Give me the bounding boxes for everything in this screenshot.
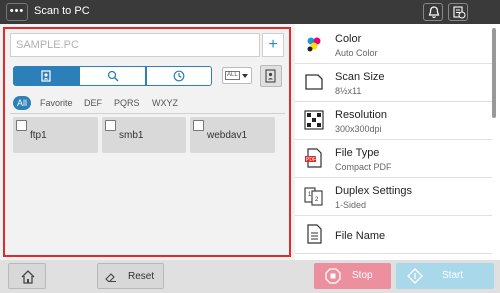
function-value: 300x300dpi <box>335 124 382 134</box>
destination-label: ftp1 <box>30 130 47 141</box>
home-icon <box>21 270 35 284</box>
address-card-icon <box>265 69 276 83</box>
function-file-name[interactable]: File Name <box>295 216 492 254</box>
function-name: File Type <box>335 147 380 159</box>
function-list-panel: Color Auto Color Scan Size 8½x11 Resolut… <box>295 24 500 260</box>
notification-bell-button[interactable] <box>423 3 443 21</box>
tab-address-book[interactable] <box>13 66 79 86</box>
checkbox[interactable] <box>16 120 27 131</box>
scan-size-icon <box>305 74 323 90</box>
job-list-icon <box>453 6 466 19</box>
function-resolution[interactable]: Resolution 300x300dpi <box>295 102 492 140</box>
filter-pqrs[interactable]: PQRS <box>114 96 140 110</box>
add-destination-button[interactable]: + <box>262 33 284 57</box>
eraser-icon <box>105 273 116 282</box>
destination-label: webdav1 <box>207 130 248 141</box>
function-scan-size[interactable]: Scan Size 8½x11 <box>295 64 492 102</box>
duplex-icon: 1 2 <box>304 187 323 206</box>
start-icon <box>407 268 423 284</box>
destination-item[interactable]: smb1 <box>102 117 186 153</box>
dropdown-value: ALL <box>225 71 240 80</box>
document-icon <box>307 224 322 244</box>
reset-button[interactable]: Reset <box>97 263 164 289</box>
stop-button[interactable]: Stop <box>314 263 391 289</box>
stop-icon <box>325 268 341 284</box>
checkbox[interactable] <box>105 120 116 131</box>
function-name: Scan Size <box>335 71 385 83</box>
function-value: Compact PDF <box>335 162 392 172</box>
tab-search[interactable] <box>79 66 146 86</box>
function-name: Color <box>335 33 362 45</box>
resolution-icon <box>304 110 324 130</box>
function-color[interactable]: Color Auto Color <box>295 26 492 64</box>
menu-button[interactable]: ••• <box>6 3 28 21</box>
stop-label: Stop <box>352 270 373 281</box>
function-name: Resolution <box>335 109 387 121</box>
title-bar: ••• Scan to PC <box>0 0 500 24</box>
tab-history[interactable] <box>146 66 212 86</box>
function-name: File Name <box>335 230 386 242</box>
job-status-button[interactable] <box>448 3 468 21</box>
function-duplex-settings[interactable]: 1 2 Duplex Settings 1-Sided <box>295 178 492 216</box>
start-button[interactable]: Start <box>396 263 494 289</box>
start-label: Start <box>442 270 464 281</box>
destination-item[interactable]: webdav1 <box>190 117 275 153</box>
color-icon <box>307 37 321 52</box>
caret-down-icon <box>242 74 248 78</box>
address-detail-button[interactable] <box>260 65 282 87</box>
home-button[interactable] <box>8 263 46 289</box>
reset-label: Reset <box>128 271 155 282</box>
filter-wxyz[interactable]: WXYZ <box>152 96 178 110</box>
destination-item[interactable]: ftp1 <box>13 117 98 153</box>
address-book-icon <box>41 70 51 82</box>
divider <box>10 113 285 114</box>
filter-all[interactable]: All <box>13 96 32 110</box>
filter-favorite[interactable]: Favorite <box>40 96 73 110</box>
destination-label: smb1 <box>119 130 144 141</box>
function-value: Auto Color <box>335 48 378 58</box>
destination-search-input[interactable]: SAMPLE.PC <box>10 33 260 57</box>
svg-text:PDF: PDF <box>306 157 316 163</box>
function-value: 1-Sided <box>335 200 367 210</box>
function-file-type[interactable]: PDF File Type Compact PDF <box>295 140 492 178</box>
function-value: 8½x11 <box>335 86 362 96</box>
destination-type-dropdown[interactable]: ALL <box>222 67 252 84</box>
page-title: Scan to PC <box>34 5 90 17</box>
pdf-file-icon: PDF <box>305 148 322 168</box>
function-name: Duplex Settings <box>335 185 413 197</box>
checkbox[interactable] <box>193 120 204 131</box>
bell-icon <box>428 6 440 19</box>
function-list-scrollbar[interactable] <box>492 28 496 118</box>
clock-icon <box>173 70 185 82</box>
search-icon <box>107 70 119 82</box>
filter-def[interactable]: DEF <box>84 96 102 110</box>
